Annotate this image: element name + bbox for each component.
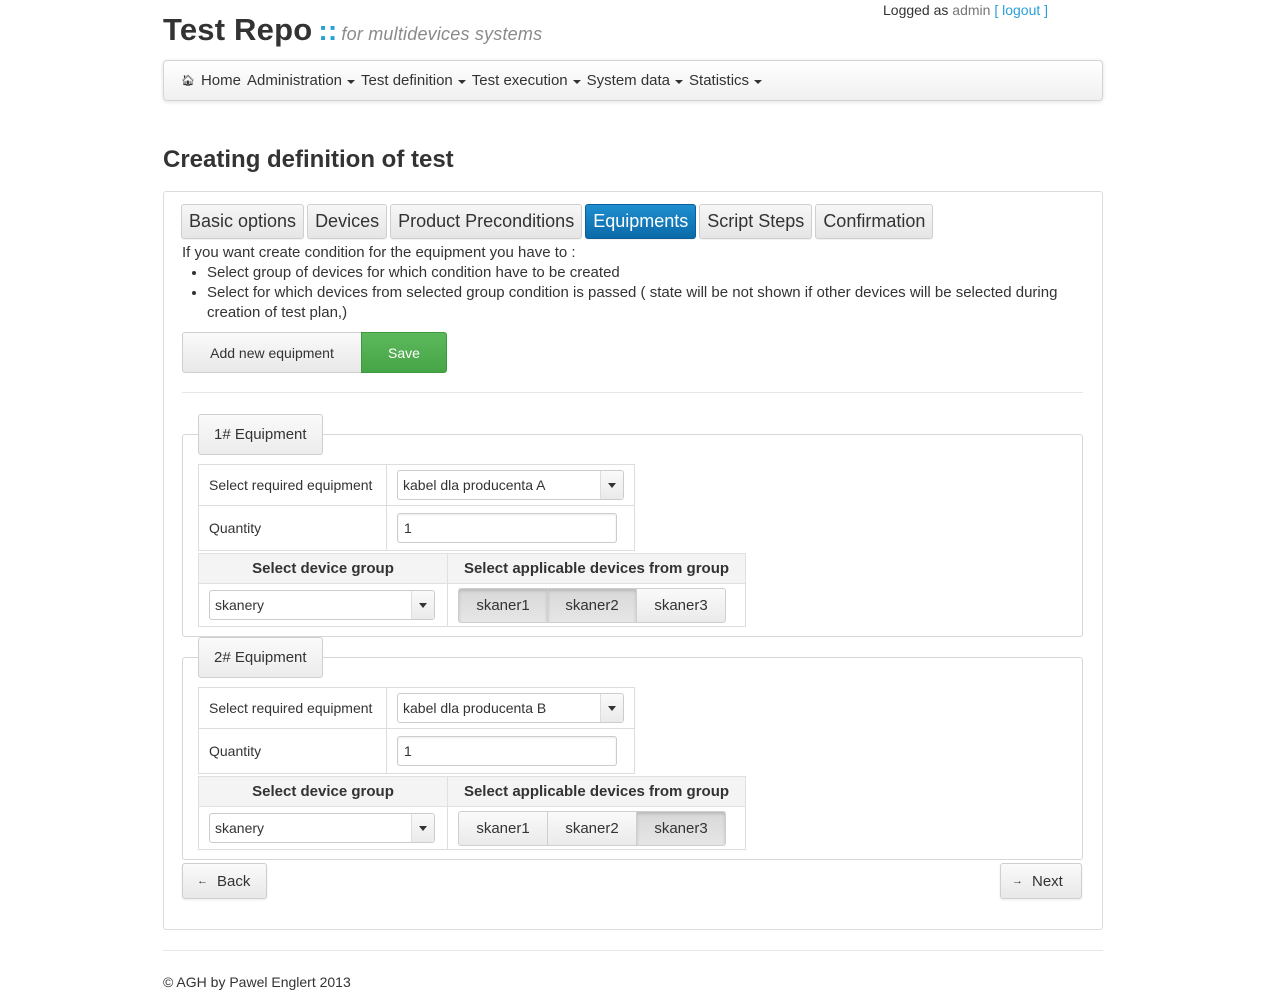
- device-group-header: Select device group: [198, 776, 448, 807]
- back-button-label: Back: [217, 872, 251, 890]
- device-toggle-skaner3[interactable]: skaner3: [636, 810, 726, 846]
- nav-label: Test execution: [471, 72, 568, 89]
- device-group-value: skanery: [215, 820, 265, 836]
- quantity-input[interactable]: 1: [397, 513, 617, 543]
- equipment-actions: Add new equipment Save: [182, 332, 447, 373]
- equipment-select-value: kabel dla producenta A: [403, 477, 546, 493]
- logout-link[interactable]: [ logout ]: [994, 2, 1048, 18]
- dropdown-arrow-icon[interactable]: [600, 471, 623, 499]
- nav-administration[interactable]: Administration: [246, 72, 356, 89]
- brand-tagline: for multidevices systems: [341, 24, 543, 44]
- device-group-select[interactable]: skanery: [209, 813, 435, 843]
- instructions: If you want create condition for the equ…: [182, 243, 1062, 323]
- caret-down-icon: [572, 79, 581, 84]
- nav-statistics[interactable]: Statistics: [689, 72, 763, 89]
- quantity-label: Quantity: [198, 505, 387, 551]
- nav-system-data[interactable]: System data: [586, 72, 684, 89]
- caret-down-icon: [347, 79, 356, 84]
- arrow-left-icon: ←: [197, 875, 208, 887]
- tab-equipments[interactable]: Equipments: [585, 204, 697, 239]
- select-equipment-label: Select required equipment: [198, 687, 387, 729]
- caret-down-icon: [675, 79, 684, 84]
- tab-devices[interactable]: Devices: [307, 204, 388, 239]
- device-toggle-group: skaner1 skaner2 skaner3: [458, 810, 735, 846]
- page-title: Creating definition of test: [163, 146, 454, 173]
- main-navbar: 🏠︎ Home Administration Test definition Te…: [163, 60, 1103, 101]
- dropdown-arrow-icon[interactable]: [411, 591, 434, 619]
- nav-label: System data: [586, 72, 671, 89]
- applicable-devices-header: Select applicable devices from group: [447, 553, 746, 584]
- caret-down-icon: [754, 79, 763, 84]
- instruction-item: Select for which devices from selected g…: [207, 283, 1062, 323]
- caret-down-icon: [457, 79, 466, 84]
- select-equipment-label: Select required equipment: [198, 464, 387, 506]
- login-status: Logged as admin [ logout ]: [883, 2, 1048, 18]
- device-group-header: Select device group: [198, 553, 448, 584]
- tab-product-preconditions[interactable]: Product Preconditions: [390, 204, 583, 239]
- wizard-tabs: Basic options Devices Product Preconditi…: [181, 204, 936, 239]
- instructions-lead: If you want create condition for the equ…: [182, 244, 576, 261]
- save-button[interactable]: Save: [361, 332, 447, 373]
- equipment-select-value: kabel dla producenta B: [403, 700, 547, 716]
- nav-label: Statistics: [689, 72, 750, 89]
- brand-separator: ::: [318, 15, 338, 46]
- back-button[interactable]: ← Back: [182, 863, 267, 899]
- device-group-table-1: Select device group Select applicable de…: [198, 553, 746, 627]
- nav-home-label: Home: [200, 72, 241, 89]
- next-button-label: Next: [1032, 872, 1063, 890]
- divider: [182, 392, 1083, 393]
- next-button[interactable]: → Next: [1000, 863, 1082, 899]
- device-toggle-skaner2[interactable]: skaner2: [547, 810, 637, 846]
- device-group-value: skanery: [215, 597, 265, 613]
- equipment-legend-2[interactable]: 2# Equipment: [198, 637, 323, 678]
- quantity-label: Quantity: [198, 728, 387, 774]
- footer-divider: [163, 950, 1103, 951]
- login-user: admin: [952, 2, 991, 18]
- equipment-form-1: Select required equipment kabel dla prod…: [198, 464, 635, 551]
- footer-copyright: © AGH by Pawel Englert 2013: [163, 974, 351, 990]
- nav-label: Administration: [246, 72, 343, 89]
- nav-label: Test definition: [361, 72, 453, 89]
- app-header: Test Repo:: for multidevices systems: [163, 12, 542, 48]
- brand[interactable]: Test Repo:: for multidevices systems: [163, 12, 542, 47]
- quantity-input[interactable]: 1: [397, 736, 617, 766]
- applicable-devices-header: Select applicable devices from group: [447, 776, 746, 807]
- device-group-table-2: Select device group Select applicable de…: [198, 776, 746, 850]
- device-toggle-skaner3[interactable]: skaner3: [636, 587, 726, 623]
- home-icon: 🏠︎: [181, 75, 195, 87]
- equipment-select[interactable]: kabel dla producenta B: [397, 693, 624, 723]
- equipment-select[interactable]: kabel dla producenta A: [397, 470, 624, 500]
- device-toggle-skaner2[interactable]: skaner2: [547, 587, 637, 623]
- device-toggle-skaner1[interactable]: skaner1: [458, 810, 548, 846]
- device-toggle-skaner1[interactable]: skaner1: [458, 587, 548, 623]
- dropdown-arrow-icon[interactable]: [600, 694, 623, 722]
- tab-script-steps[interactable]: Script Steps: [699, 204, 813, 239]
- tab-confirmation[interactable]: Confirmation: [815, 204, 934, 239]
- add-equipment-button[interactable]: Add new equipment: [182, 332, 362, 373]
- arrow-right-icon: →: [1012, 875, 1023, 887]
- device-group-select[interactable]: skanery: [209, 590, 435, 620]
- nav-home[interactable]: 🏠︎ Home: [181, 72, 241, 89]
- dropdown-arrow-icon[interactable]: [411, 814, 434, 842]
- equipment-form-2: Select required equipment kabel dla prod…: [198, 687, 635, 774]
- nav-test-execution[interactable]: Test execution: [472, 72, 581, 89]
- tab-basic-options[interactable]: Basic options: [181, 204, 305, 239]
- equipment-legend-1[interactable]: 1# Equipment: [198, 414, 323, 455]
- brand-title: Test Repo: [163, 12, 313, 47]
- device-toggle-group: skaner1 skaner2 skaner3: [458, 587, 735, 623]
- instructions-list: Select group of devices for which condit…: [207, 263, 1062, 323]
- nav-test-definition[interactable]: Test definition: [361, 72, 466, 89]
- login-prefix: Logged as: [883, 2, 949, 18]
- instruction-item: Select group of devices for which condit…: [207, 263, 1062, 283]
